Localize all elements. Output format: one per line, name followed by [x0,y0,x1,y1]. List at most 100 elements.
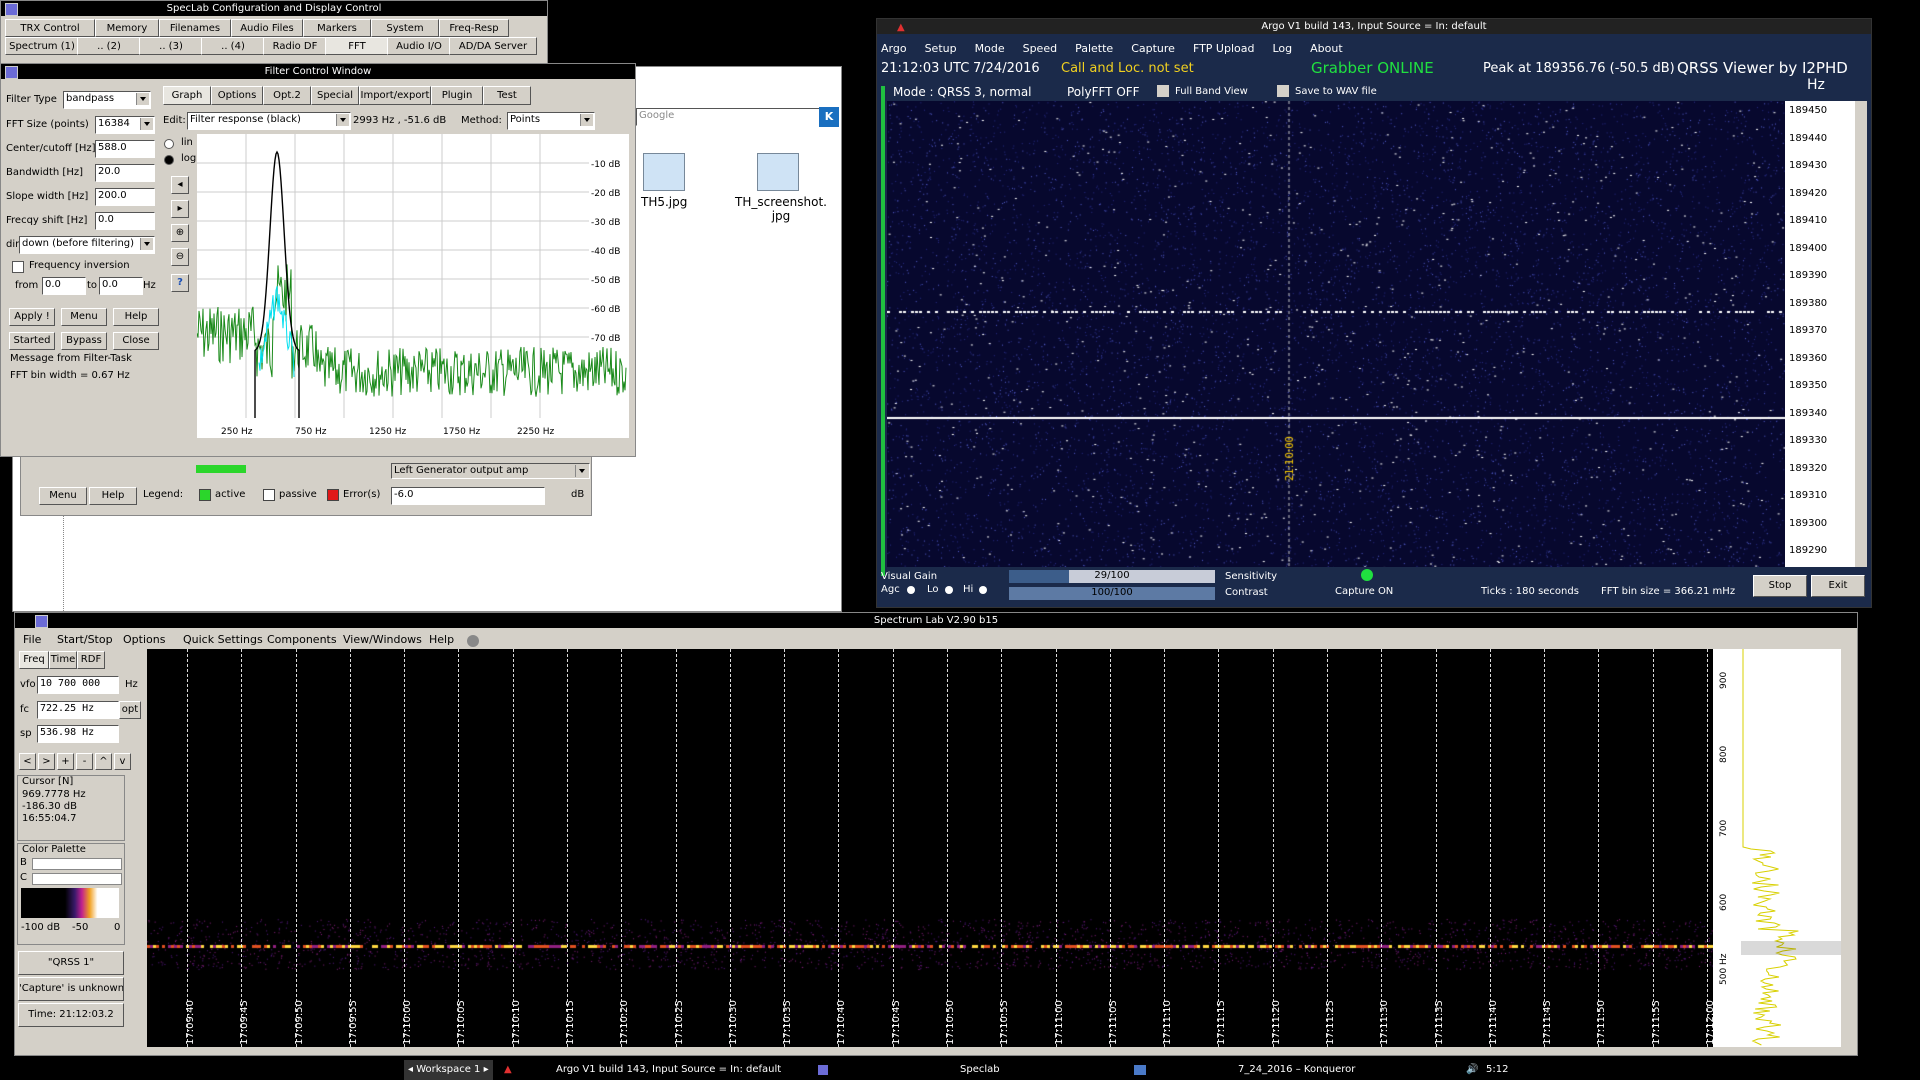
file-name-th5[interactable]: TH5.jpg [641,195,687,209]
method-select[interactable]: Points [507,112,595,130]
filter-tab[interactable]: Plugin [431,86,483,105]
menu-item[interactable]: Help [429,633,454,646]
filter-tab[interactable]: Import/export [359,86,431,105]
argo-menu-item[interactable]: Log [1272,42,1292,55]
argo-menu-item[interactable]: Palette [1075,42,1113,55]
image-file-icon[interactable] [643,153,685,191]
argo-waterfall[interactable] [887,101,1785,567]
config-tab[interactable]: Audio I/O [387,37,451,55]
center-input[interactable]: 588.0 [95,140,155,158]
workspace-switcher[interactable]: ◂ Workspace 1 ▸ [404,1060,493,1080]
menu-item[interactable]: File [23,633,41,646]
menu-item[interactable]: View/Windows [343,633,422,646]
config-tab[interactable]: TRX Control [5,19,95,37]
capture-status-button[interactable]: 'Capture' is unknown [18,977,124,1001]
menu-item[interactable]: Options [123,633,165,646]
freq-nav-button[interactable]: + [57,753,74,770]
hi-radio[interactable] [979,586,987,594]
argo-scrollbar[interactable] [1855,101,1867,567]
shift-input[interactable]: 0.0 [95,212,155,230]
generator-help-button[interactable]: Help [89,487,137,505]
config-tab[interactable]: Freq-Resp [439,19,509,37]
file-name-th-screenshot[interactable]: TH_screenshot. jpg [731,195,831,223]
lo-radio[interactable] [945,586,953,594]
zoom-in-icon[interactable]: ⊕ [171,224,189,242]
zoom-out-icon[interactable]: ⊖ [171,248,189,266]
config-tab[interactable]: FFT [325,37,389,55]
vfo-input[interactable]: 10 700 000 [37,676,119,694]
config-tab[interactable]: AD/DA Server [449,37,537,55]
stop-button[interactable]: Stop [1753,575,1807,597]
spectrum-lab-tab[interactable]: Time [49,651,77,669]
spectrum-lab-tab[interactable]: RDF [77,651,105,669]
agc-radio[interactable] [907,586,915,594]
freq-nav-button[interactable]: ^ [95,753,112,770]
filter-tab[interactable]: Graph [163,86,211,105]
slope-input[interactable]: 200.0 [95,188,155,206]
argo-menu-item[interactable]: Mode [975,42,1005,55]
sp-input[interactable]: 536.98 Hz [37,725,119,743]
bandwidth-input[interactable]: 20.0 [95,164,155,182]
config-tab[interactable]: Markers [303,19,371,37]
freq-nav-button[interactable]: < [19,753,36,770]
argo-menu-item[interactable]: Speed [1023,42,1057,55]
dir-select[interactable]: down (before filtering) [19,236,155,254]
speclab-taskbar-item[interactable]: Speclab [960,1060,1000,1080]
generator-dropdown[interactable]: Left Generator output amp [391,463,590,479]
config-tab[interactable]: System [371,19,439,37]
filter-tab[interactable]: Test [483,86,531,105]
apply-button[interactable]: Apply ! [9,308,55,326]
log-radio[interactable] [164,155,174,165]
konqueror-logo-icon[interactable]: K [819,107,839,127]
play-icon[interactable]: ▸ [171,200,189,218]
generator-amp-input[interactable]: -6.0 [391,487,545,505]
config-tab[interactable]: Audio Files [231,19,303,37]
filter-help-button[interactable]: Help [113,308,159,326]
scroll-left-icon[interactable]: ◂ [171,176,189,194]
help-question-icon[interactable]: ? [171,274,189,292]
freq-nav-button[interactable]: > [38,753,55,770]
from-input[interactable]: 0.0 [42,277,86,295]
contrast-slider[interactable]: 100/100 [1009,587,1215,600]
filter-tab[interactable]: Options [211,86,263,105]
config-tab[interactable]: .. (2) [77,37,141,55]
filter-response-graph[interactable]: -10 dB -20 dB -30 dB -40 dB -50 dB -60 dB -70 … [197,134,629,438]
sensitivity-slider[interactable]: 29/100 [1009,570,1215,583]
bypass-button[interactable]: Bypass [61,332,107,350]
image-file-icon[interactable] [757,153,799,191]
spectrum-trace[interactable] [1741,649,1841,1047]
save-wav-checkbox[interactable] [1277,85,1289,97]
spectrum-lab-tab[interactable]: Freq [19,651,49,669]
filter-tab[interactable]: Special [311,86,359,105]
fft-size-select[interactable]: 16384 [95,116,155,134]
to-input[interactable]: 0.0 [99,277,143,295]
menu-item[interactable]: Start/Stop [57,633,113,646]
generator-menu-button[interactable]: Menu [39,487,87,505]
started-button[interactable]: Started [9,332,55,350]
config-tab[interactable]: .. (4) [201,37,265,55]
qrss-button[interactable]: "QRSS 1" [18,951,124,975]
config-tab[interactable]: Radio DF [263,37,327,55]
search-input[interactable]: Google [636,108,820,126]
volume-icon[interactable]: 🔊 [1466,1060,1478,1080]
full-band-checkbox[interactable] [1157,85,1169,97]
opt-button[interactable]: opt [119,701,141,719]
brightness-slider[interactable] [32,858,122,870]
menu-item[interactable]: Components [267,633,337,646]
fc-input[interactable]: 722.25 Hz [37,701,119,719]
filter-menu-button[interactable]: Menu [61,308,107,326]
freq-nav-button[interactable]: v [114,753,131,770]
argo-menu-item[interactable]: Capture [1131,42,1175,55]
freq-inversion-checkbox[interactable] [12,261,24,273]
palette-gradient[interactable] [21,888,119,918]
freq-nav-button[interactable]: - [76,753,93,770]
argo-menu-item[interactable]: About [1310,42,1343,55]
exit-button[interactable]: Exit [1811,575,1865,597]
config-tab[interactable]: Memory [95,19,159,37]
contrast-slider-c[interactable] [32,873,122,885]
argo-menu-item[interactable]: FTP Upload [1193,42,1255,55]
tree-view[interactable] [63,513,134,611]
config-tab[interactable]: Filenames [159,19,231,37]
close-button[interactable]: Close [113,332,159,350]
config-tab[interactable]: .. (3) [139,37,203,55]
